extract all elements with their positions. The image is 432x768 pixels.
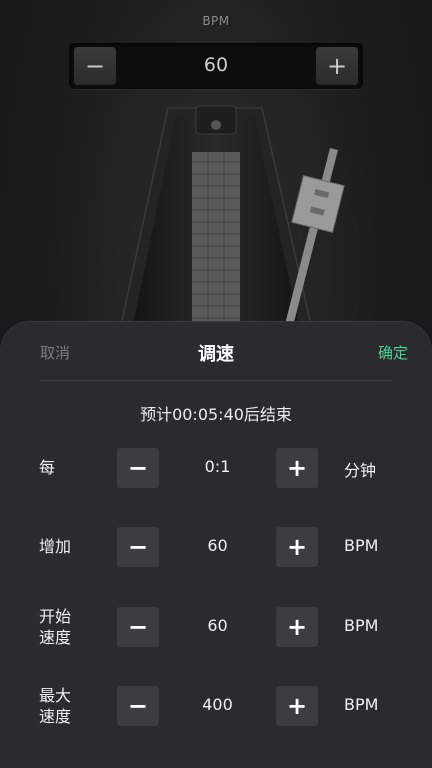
interval-increase-button[interactable]: + — [276, 448, 318, 488]
max-speed-value: 400 — [202, 695, 233, 714]
interval-decrease-button[interactable]: − — [117, 448, 159, 488]
max-speed-increase-button[interactable]: + — [276, 686, 318, 726]
increment-unit: BPM — [344, 536, 379, 555]
increment-decrease-button[interactable]: − — [117, 527, 159, 567]
start-speed-label-line2: 速度 — [39, 628, 72, 647]
sheet-title: 调速 — [198, 344, 234, 365]
start-speed-value: 60 — [207, 616, 228, 635]
max-speed-row: 最大 速度 − 400 + BPM — [0, 686, 432, 726]
start-speed-unit: BPM — [344, 616, 379, 635]
start-speed-label-line1: 开始 — [39, 607, 72, 626]
confirm-button[interactable]: 确定 — [378, 342, 408, 363]
increment-value: 60 — [207, 536, 228, 555]
bpm-increase-button[interactable]: + — [316, 47, 358, 85]
speed-adjust-sheet: 取消 调速 确定 预计00:05:40后结束 每 − 0:1 + 分钟 增加 −… — [0, 322, 432, 768]
divider — [40, 380, 392, 381]
start-speed-increase-button[interactable]: + — [276, 607, 318, 647]
knob-icon — [211, 120, 221, 130]
max-speed-label: 最大 速度 — [39, 685, 71, 727]
start-speed-decrease-button[interactable]: − — [117, 607, 159, 647]
start-speed-label: 开始 速度 — [39, 606, 71, 648]
bpm-label: BPM — [202, 14, 230, 28]
max-speed-label-line2: 速度 — [39, 707, 72, 726]
interval-label: 每 — [39, 458, 56, 477]
max-speed-decrease-button[interactable]: − — [117, 686, 159, 726]
sheet-header: 取消 调速 确定 — [0, 322, 432, 380]
interval-value: 0:1 — [204, 457, 231, 476]
max-speed-label-line1: 最大 — [39, 686, 72, 705]
increment-label: 增加 — [39, 537, 72, 556]
bpm-control: − 60 + — [69, 43, 363, 89]
interval-row: 每 − 0:1 + 分钟 — [0, 448, 432, 488]
interval-unit: 分钟 — [344, 461, 377, 480]
increment-increase-button[interactable]: + — [276, 527, 318, 567]
max-speed-unit: BPM — [344, 695, 379, 714]
increment-row: 增加 − 60 + BPM — [0, 527, 432, 567]
estimated-end-text: 预计00:05:40后结束 — [140, 405, 292, 424]
start-speed-row: 开始 速度 − 60 + BPM — [0, 607, 432, 647]
metronome-graphic — [119, 105, 345, 330]
